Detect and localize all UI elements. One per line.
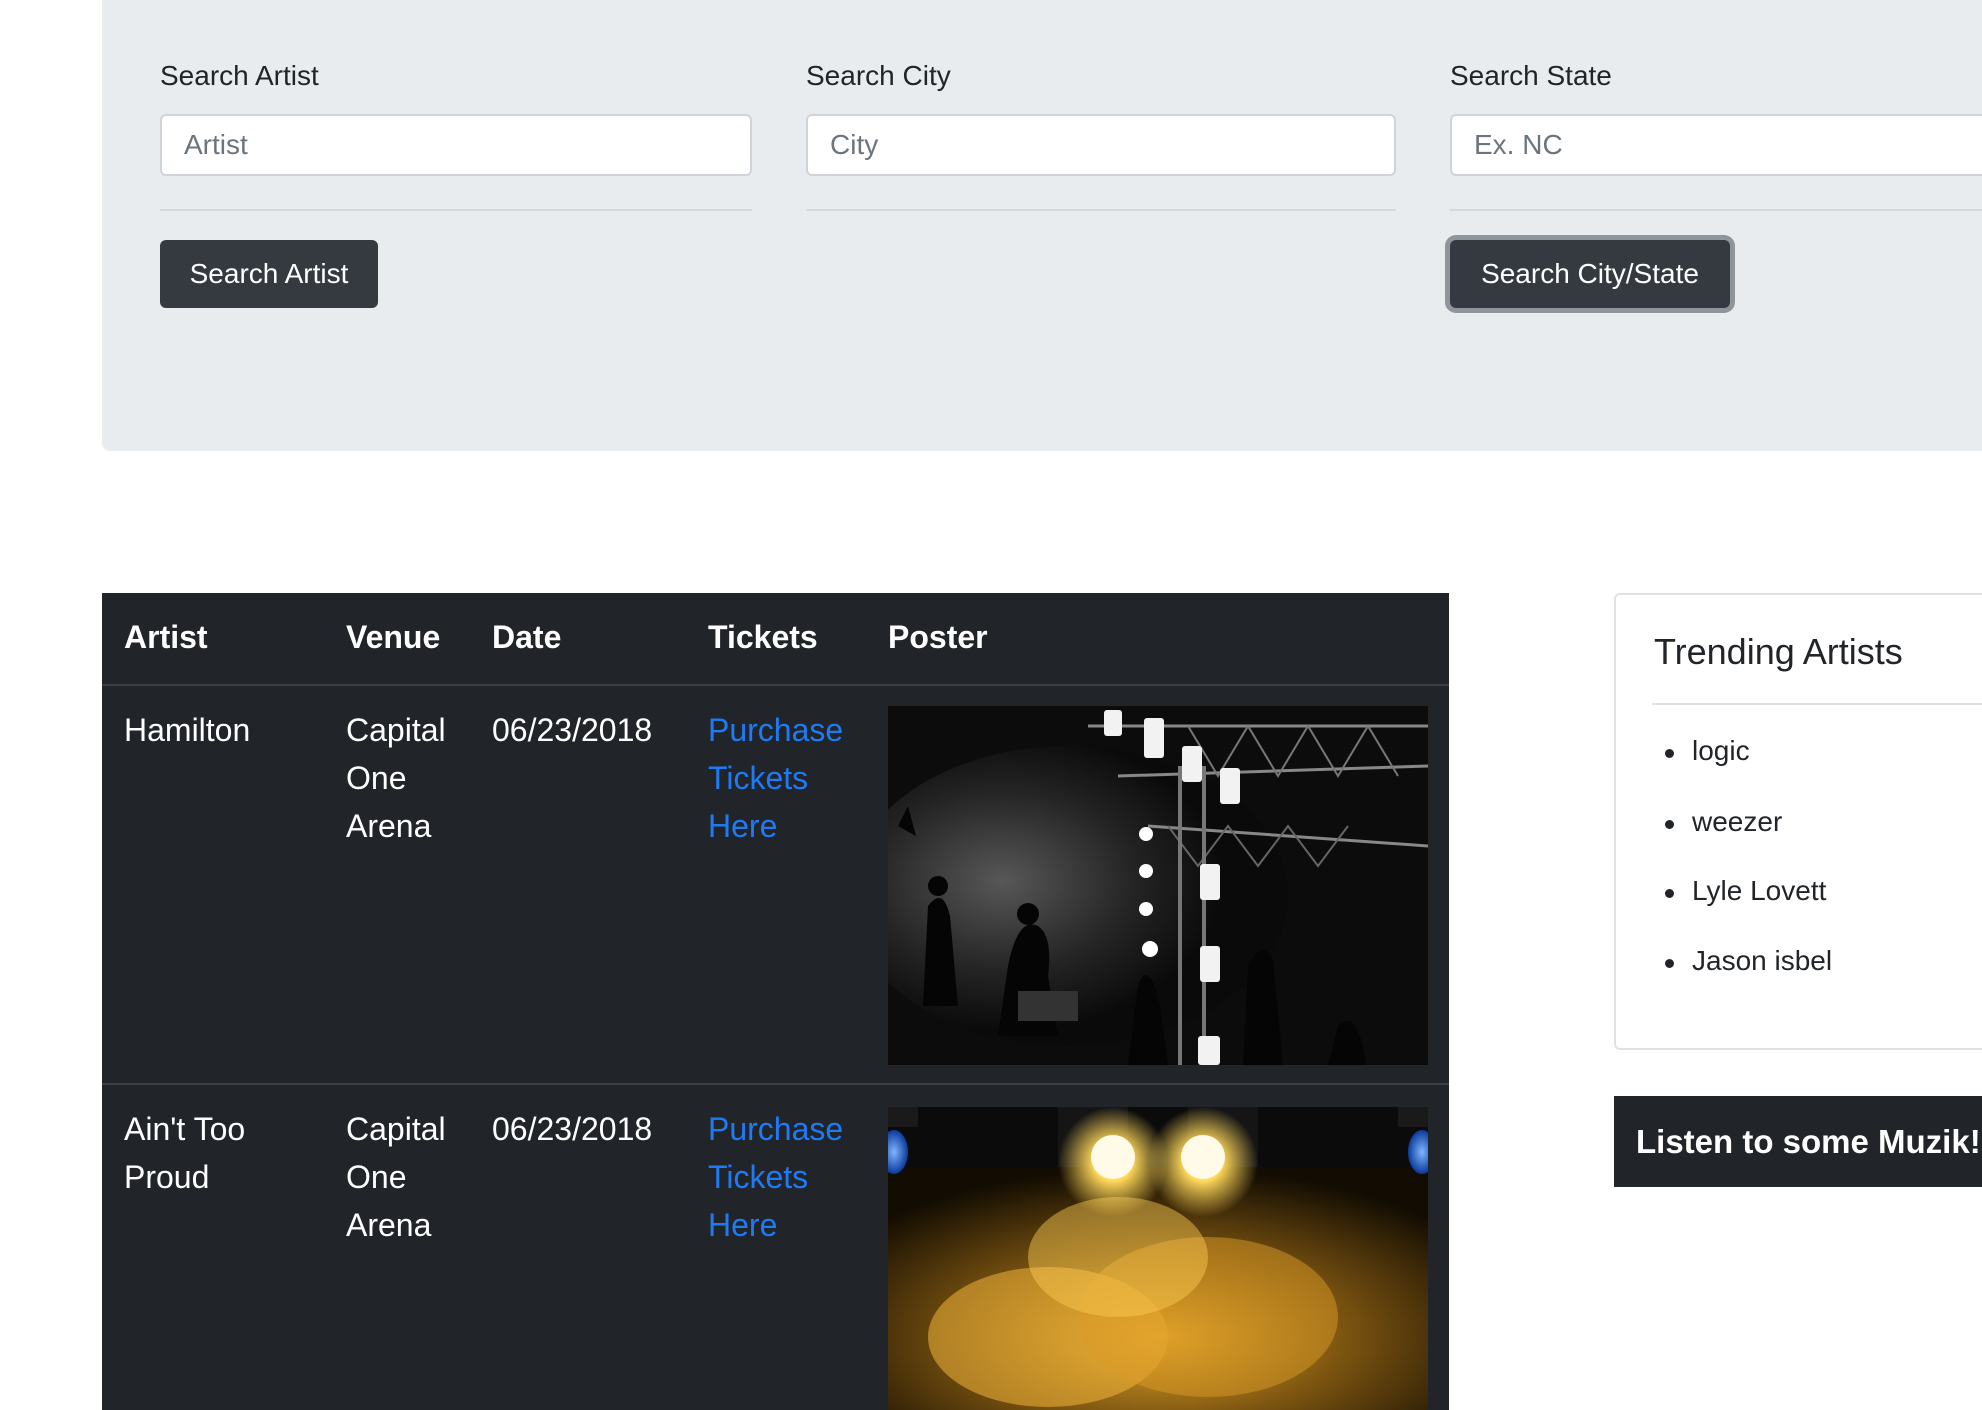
state-search-input[interactable] — [1450, 114, 1982, 176]
row-divider — [102, 1083, 1449, 1085]
bullet-icon — [1665, 820, 1674, 829]
row-artist: Hamilton — [124, 712, 251, 748]
purchase-tickets-link[interactable]: Purchase Tickets Here — [708, 1105, 858, 1249]
row-venue: Capital One Arena — [346, 1111, 446, 1243]
row-divider — [102, 684, 1449, 686]
trending-title: Trending Artists — [1654, 631, 1903, 672]
listen-to-muzik-banner[interactable]: Listen to some Muzik! — [1614, 1096, 1982, 1187]
header-artist: Artist — [124, 619, 208, 655]
search-city-label: Search City — [806, 60, 951, 91]
search-city-state-button[interactable]: Search City/State — [1450, 240, 1730, 308]
search-artist-label: Search Artist — [160, 60, 319, 91]
search-artist-button[interactable]: Search Artist — [160, 240, 378, 308]
list-item: Jason isbel — [1665, 945, 1833, 977]
search-state-label: Search State — [1450, 60, 1612, 91]
results-table: Artist Venue Date Tickets Poster Hamilto… — [102, 593, 1449, 1410]
row-artist: Ain't Too Proud — [124, 1111, 246, 1195]
city-divider — [806, 209, 1396, 211]
poster-image — [888, 1107, 1428, 1410]
artist-divider — [160, 209, 752, 211]
list-item: logic — [1665, 735, 1750, 767]
artist-search-input[interactable] — [160, 114, 752, 176]
purchase-tickets-link[interactable]: Purchase Tickets Here — [708, 706, 858, 850]
poster-image — [888, 706, 1428, 1065]
search-panel: Search Artist Search Artist Search City … — [102, 0, 1982, 451]
row-venue: Capital One Arena — [346, 712, 446, 844]
trending-artist: weezer — [1692, 806, 1783, 837]
state-divider — [1450, 209, 1982, 211]
header-poster: Poster — [888, 619, 988, 655]
row-date: 06/23/2018 — [492, 1111, 653, 1147]
trending-artist: Jason isbel — [1692, 945, 1833, 976]
bullet-icon — [1665, 749, 1674, 758]
header-venue: Venue — [346, 619, 441, 655]
trending-artists-card: Trending Artists logic weezer Lyle Lovet… — [1614, 593, 1982, 1050]
trending-artist: logic — [1692, 735, 1750, 766]
list-item: weezer — [1665, 806, 1783, 838]
bullet-icon — [1665, 889, 1674, 898]
row-date: 06/23/2018 — [492, 712, 653, 748]
bullet-icon — [1665, 959, 1674, 968]
list-item: Lyle Lovett — [1665, 875, 1827, 907]
trending-artist: Lyle Lovett — [1692, 875, 1827, 906]
city-search-input[interactable] — [806, 114, 1396, 176]
header-date: Date — [492, 619, 562, 655]
header-tickets: Tickets — [708, 619, 818, 655]
trending-divider — [1652, 703, 1982, 705]
